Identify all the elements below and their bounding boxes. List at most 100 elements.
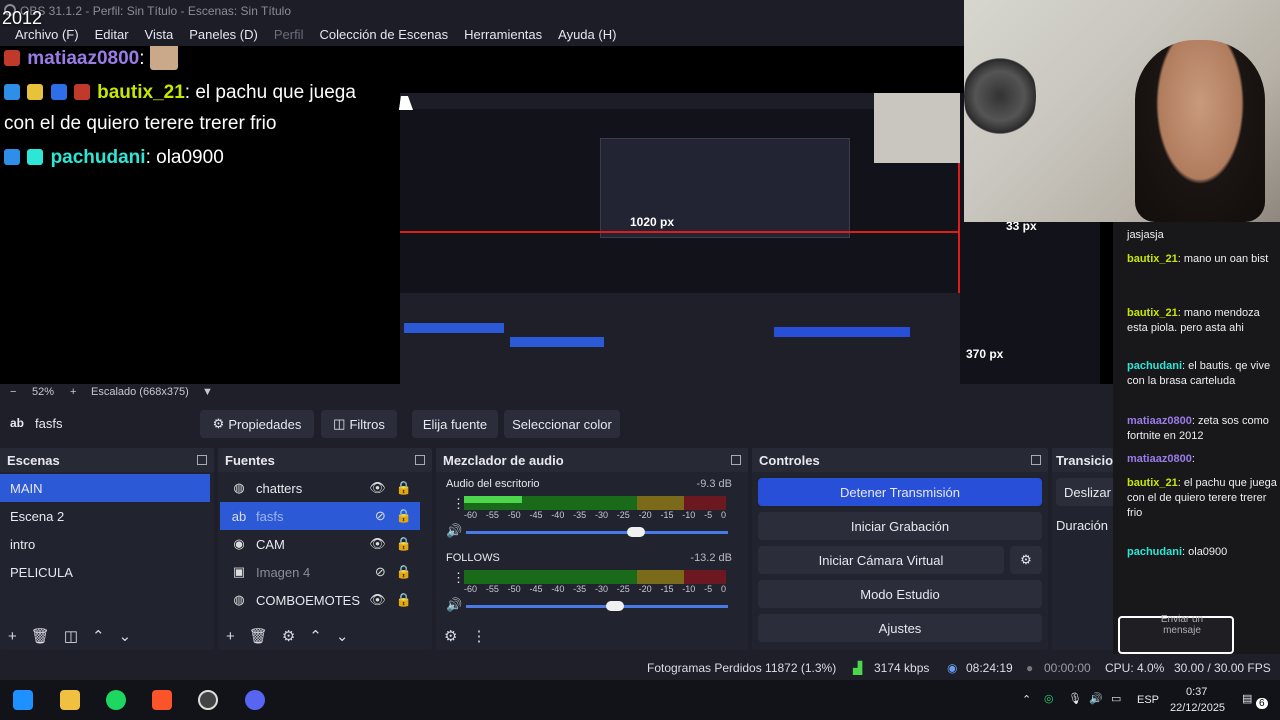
clock-time[interactable]: 0:37 (1186, 686, 1207, 698)
bitrate: 3174 kbps (874, 661, 930, 675)
zoom-in-button[interactable]: + (70, 386, 76, 398)
notification-icon[interactable]: ▤ (1242, 692, 1252, 705)
volume-knob[interactable] (606, 601, 625, 611)
brave-icon[interactable] (152, 690, 172, 710)
source-item[interactable]: ◉ CAM 👁 🔒 (220, 530, 420, 558)
file-explorer-icon[interactable] (60, 690, 80, 710)
track-db: -13.2 dB (690, 552, 732, 564)
trash-icon[interactable]: 🗑 (31, 627, 50, 645)
scene-item[interactable]: PELICULA (0, 558, 210, 586)
lock-icon[interactable]: 🔒 (396, 508, 412, 524)
menu-profile[interactable]: Perfil (266, 27, 312, 42)
trash-icon[interactable]: 🗑 (249, 627, 268, 645)
filters-button[interactable]: ◫ Filtros (321, 410, 397, 438)
menu-tools[interactable]: Herramientas (456, 27, 550, 42)
scene-item[interactable]: intro (0, 530, 210, 558)
properties-button[interactable]: ⚙ Propiedades (200, 410, 314, 438)
undock-icon[interactable] (415, 455, 425, 465)
network-icon[interactable]: ▭ (1111, 692, 1121, 705)
speaker-icon[interactable]: 🔊 (446, 597, 462, 613)
badge-icon (4, 50, 20, 66)
undock-icon[interactable] (197, 455, 207, 465)
add-icon[interactable]: + (8, 628, 17, 645)
text-icon: ab (10, 416, 25, 430)
scene-item[interactable]: MAIN (0, 474, 210, 502)
lock-icon[interactable]: 🔒 (396, 480, 412, 496)
settings-button[interactable]: Ajustes (758, 614, 1042, 642)
lock-icon[interactable]: 🔒 (396, 592, 412, 608)
gear-icon[interactable]: ⚙ (282, 627, 295, 645)
choose-source-button[interactable]: Elija fuente (412, 410, 498, 438)
chevron-down-icon[interactable]: ⌄ (336, 627, 349, 645)
meter-scale: -60 -55 -50 -45 -40 -35 -30 -25 -20 -15 -10 -5 0 (464, 510, 726, 520)
volume-slider[interactable] (466, 527, 728, 537)
scale-label: Escalado (668x375) (91, 386, 189, 398)
transition-select[interactable]: Deslizar (1056, 478, 1113, 506)
menu-view[interactable]: Vista (137, 27, 182, 42)
scale-tick: -15 (660, 510, 674, 520)
chevron-up-icon[interactable]: ⌃ (309, 627, 322, 645)
preview-canvas[interactable]: matiaaz0800: bautix_21: el pachu que jue… (0, 46, 1113, 384)
speaker-icon[interactable]: 🔊 (446, 523, 462, 539)
language-indicator[interactable]: ESP (1137, 694, 1159, 706)
eye-icon[interactable]: 👁 (369, 480, 386, 496)
start-recording-button[interactable]: Iniciar Grabación (758, 512, 1042, 540)
eye-icon[interactable]: 👁 (369, 536, 386, 552)
kebab-menu-icon[interactable]: ⋮ (471, 627, 486, 645)
scale-tick: -45 (529, 584, 543, 594)
status-bar: Fotogramas Perdidos 11872 (1.3%) ▟ 3174 … (0, 654, 1280, 680)
source-item[interactable]: ab fasfs ⊘ 🔒 (220, 502, 420, 530)
stop-streaming-button[interactable]: Detener Transmisión (758, 478, 1042, 506)
menu-edit[interactable]: Editar (87, 27, 137, 42)
chevron-down-icon[interactable]: ⌄ (119, 627, 132, 645)
menu-help[interactable]: Ayuda (H) (550, 27, 624, 42)
chevron-down-icon[interactable]: ▼ (202, 386, 213, 398)
eye-hidden-icon[interactable]: ⊘ (375, 508, 386, 524)
fan-image (964, 46, 1036, 146)
source-item[interactable]: ◍ COMBOEMOTES 👁 🔒 (220, 586, 420, 614)
filter-icon[interactable]: ◫ (64, 627, 78, 645)
tray-chevron-icon[interactable]: ⌃ (1022, 693, 1031, 706)
zoom-out-button[interactable]: − (10, 386, 16, 398)
add-icon[interactable]: + (226, 628, 235, 645)
filter-icon: ◫ (333, 416, 346, 431)
studio-mode-button[interactable]: Modo Estudio (758, 580, 1042, 608)
badge-icon (50, 84, 67, 100)
source-item[interactable]: ◍ chatters 👁 🔒 (220, 474, 420, 502)
start-virtual-camera-button[interactable]: Iniciar Cámara Virtual (758, 546, 1004, 574)
gear-icon[interactable]: ⚙ (444, 627, 457, 645)
source-item[interactable]: ▣ Imagen 4 ⊘ 🔒 (220, 558, 420, 586)
mixer-track: Audio del escritorio -9.3 dB ⋮ -60 -55 -50… (436, 472, 748, 546)
chevron-up-icon[interactable]: ⌃ (92, 627, 105, 645)
preview-chat-line: matiaaz0800: (4, 46, 180, 70)
meter-level (464, 496, 522, 503)
lock-icon[interactable]: 🔒 (396, 536, 412, 552)
record-icon: ● (1026, 661, 1034, 675)
undock-icon[interactable] (1031, 455, 1041, 465)
clock-date[interactable]: 22/12/2025 (1170, 702, 1225, 714)
discord-icon[interactable] (245, 690, 265, 710)
volume-slider[interactable] (466, 601, 728, 611)
scene-item[interactable]: Escena 2 (0, 502, 210, 530)
text-icon: ab (231, 508, 247, 524)
microphone-icon[interactable]: 🎙 (1068, 692, 1082, 705)
undock-icon[interactable] (731, 455, 741, 465)
tray-app-icon[interactable]: ◎ (1044, 692, 1054, 705)
eye-hidden-icon[interactable]: ⊘ (375, 564, 386, 580)
scale-tick: -55 (485, 584, 499, 594)
menu-docks[interactable]: Paneles (D) (181, 27, 266, 42)
track-name: Audio del escritorio (446, 478, 540, 490)
track-name: FOLLOWS (446, 552, 500, 564)
lock-icon[interactable]: 🔒 (396, 564, 412, 580)
scale-tick: -60 (464, 510, 478, 520)
windows-start-icon[interactable] (13, 690, 33, 710)
volume-icon[interactable]: 🔊 (1089, 692, 1103, 705)
select-color-button[interactable]: Seleccionar color (504, 410, 620, 438)
scale-tick: 0 (720, 584, 726, 594)
gear-icon[interactable]: ⚙ (1010, 546, 1042, 574)
menu-scene-collection[interactable]: Colección de Escenas (311, 27, 456, 42)
spotify-icon[interactable] (106, 690, 126, 710)
eye-icon[interactable]: 👁 (369, 592, 386, 608)
volume-knob[interactable] (627, 527, 646, 537)
obs-taskbar-icon[interactable] (198, 690, 218, 710)
